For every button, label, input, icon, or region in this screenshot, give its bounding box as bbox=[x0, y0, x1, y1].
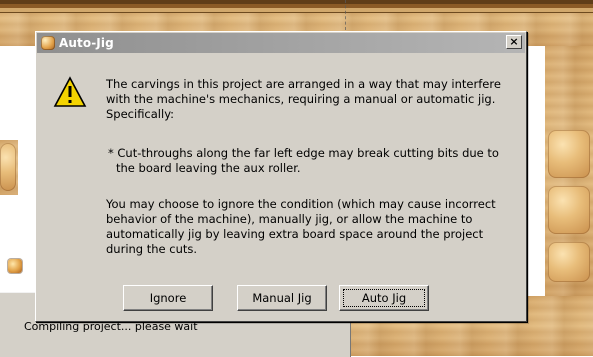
message-paragraph-1: The carvings in this project are arrange… bbox=[106, 77, 501, 121]
message-paragraph-3: You may choose to ignore the condition (… bbox=[106, 197, 496, 256]
dialog-title-bar[interactable]: Auto-Jig × bbox=[37, 33, 525, 53]
dialog-title: Auto-Jig bbox=[59, 36, 114, 50]
app-icon bbox=[8, 259, 22, 273]
manual-jig-button[interactable]: Manual Jig bbox=[237, 285, 327, 311]
app-icon bbox=[41, 36, 55, 50]
auto-jig-button[interactable]: Auto Jig bbox=[339, 285, 429, 311]
message-paragraph-2: * Cut-throughs along the far left edge m… bbox=[108, 146, 499, 175]
top-wood-frame bbox=[0, 0, 593, 13]
auto-jig-dialog: Auto-Jig × The carvings in this project … bbox=[35, 31, 527, 322]
close-button[interactable]: × bbox=[506, 35, 522, 49]
carving-tile bbox=[548, 130, 590, 178]
ignore-button[interactable]: Ignore bbox=[123, 285, 213, 311]
carving-tile bbox=[548, 186, 590, 234]
guide-line bbox=[345, 0, 346, 30]
close-icon: × bbox=[509, 35, 519, 48]
carving-tile bbox=[548, 242, 590, 282]
carving-tile bbox=[0, 143, 16, 191]
warning-icon bbox=[53, 76, 87, 107]
